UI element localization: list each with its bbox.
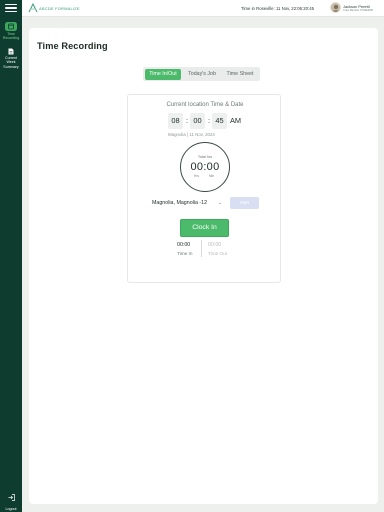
minutes-display: 00	[190, 113, 205, 129]
user-name: Jackson Peretti	[343, 3, 370, 9]
top-bar: ABCDE FORMALIZE Time in Roseville: 11 No…	[22, 0, 384, 17]
location-time-info: Time in Roseville: 11 Nov, 22:06:20:45	[241, 5, 315, 11]
time-separator: :	[186, 116, 189, 125]
time-in-label: Time In	[177, 251, 193, 256]
clock-unit-minutes: Min	[209, 173, 215, 178]
seconds-display: 45	[212, 113, 227, 129]
clock-unit-hours: Hrs	[194, 173, 199, 178]
hours-display: 08	[168, 113, 183, 129]
avatar	[330, 2, 341, 13]
location-date: Magnolia | 11 Nov, 2024	[168, 132, 215, 137]
tab-todays-job[interactable]: Today's Job	[183, 69, 221, 80]
chevron-down-icon[interactable]: ⌄	[217, 200, 222, 206]
logout-icon	[8, 494, 15, 501]
user-role: Crew Member 07/WEI008	[343, 8, 373, 12]
total-hours-clock: Total hrs 00:00 Hrs Min	[180, 142, 230, 192]
clock-label: Total hrs	[197, 155, 213, 159]
sidebar-item-label: Time Recording	[2, 32, 20, 41]
brand-logo: ABCDE FORMALIZE	[28, 3, 80, 13]
sidebar-item-label: Current Week Summary	[3, 56, 19, 69]
document-icon	[8, 48, 14, 55]
time-in-value: 00:00	[177, 242, 191, 248]
logout-label: Logout	[5, 507, 17, 511]
time-out-value: 00:00	[208, 242, 222, 248]
start-button[interactable]: Start	[230, 197, 259, 209]
user-profile[interactable]: Jackson Peretti Crew Member 07/WEI008	[330, 2, 373, 13]
sidebar-item-time-recording[interactable]: Time Recording	[0, 22, 22, 41]
clock-in-button[interactable]: Clock In	[180, 219, 229, 237]
logout-button[interactable]: Logout	[0, 488, 22, 511]
ampm-display: AM	[230, 116, 242, 125]
job-select[interactable]: Magnolia, Magnolia -12	[152, 200, 207, 206]
time-separator: :	[208, 116, 211, 125]
sidebar: Time Recording Current Week Summary Logo…	[0, 0, 22, 512]
tab-time-in-out[interactable]: Time In/Out	[145, 68, 181, 80]
main-content: Time Recording Time In/Out Today's Job T…	[29, 28, 378, 504]
clock-time: 00:00	[190, 160, 220, 173]
location-time-title: Current location Time & Date	[166, 102, 244, 108]
sidebar-item-current-week-summary[interactable]: Current Week Summary	[0, 48, 22, 69]
tab-bar: Time In/Out Today's Job Time Sheet	[143, 67, 260, 81]
brand-name: ABCDE FORMALIZE	[39, 5, 80, 11]
calendar-clock-icon	[5, 22, 17, 31]
page-title: Time Recording	[37, 41, 108, 51]
menu-icon[interactable]	[5, 4, 17, 14]
divider	[201, 240, 202, 257]
time-in-out-panel: Current location Time & Date 08 : 00 : 4…	[127, 94, 281, 283]
brand-logo-icon	[28, 3, 38, 13]
time-out-label: Time Out	[208, 251, 228, 256]
tab-time-sheet[interactable]: Time Sheet	[222, 69, 258, 80]
